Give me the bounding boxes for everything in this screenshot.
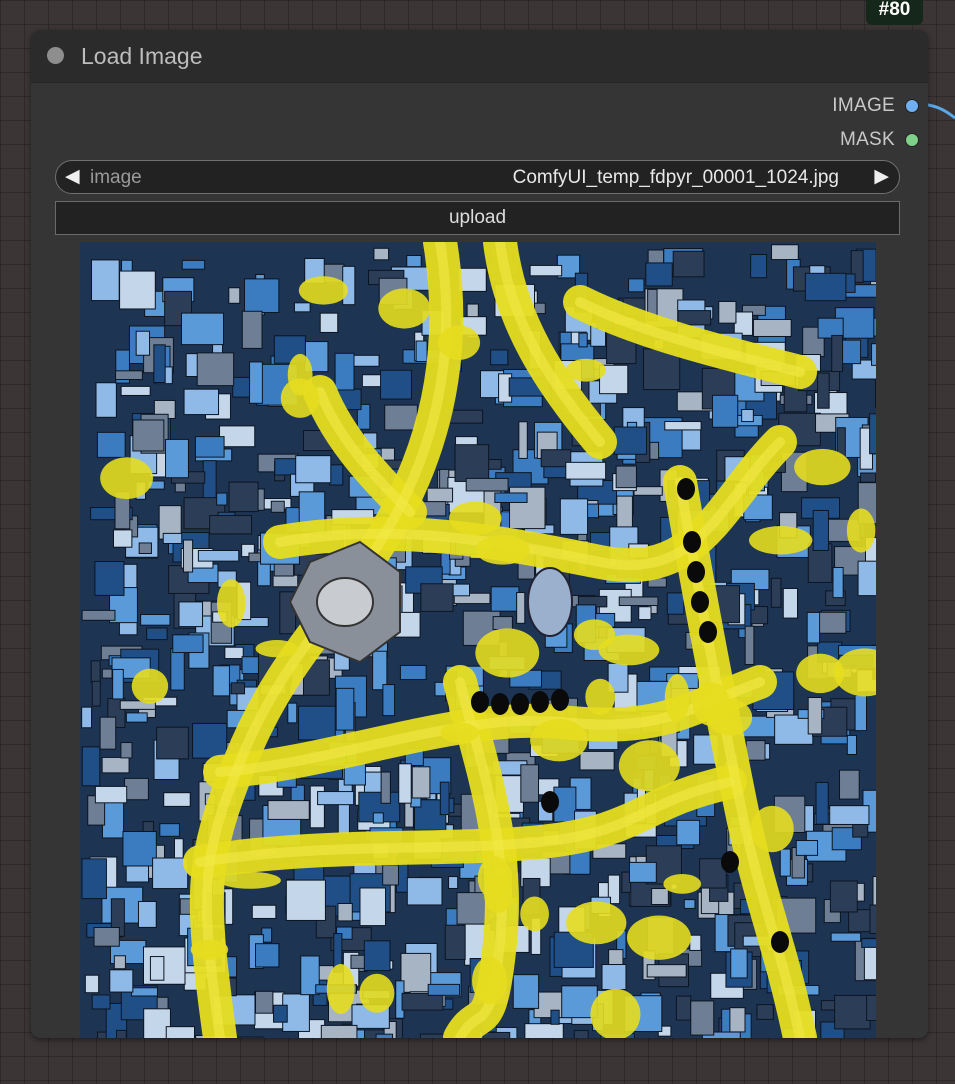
collapse-toggle[interactable] <box>47 47 64 64</box>
combo-prev-arrow-icon[interactable]: ◀ <box>65 165 80 188</box>
upload-button[interactable]: upload <box>55 201 900 235</box>
image-preview-art <box>80 242 876 1038</box>
node-header[interactable]: Load Image <box>31 30 928 83</box>
output-mask[interactable]: MASK <box>840 128 919 152</box>
output-mask-label: MASK <box>839 129 895 150</box>
combo-label: image <box>90 167 142 188</box>
combo-value[interactable]: ComfyUI_temp_fdpyr_00001_1024.jpg <box>513 167 839 189</box>
node-title: Load Image <box>81 43 203 69</box>
load-image-node[interactable]: Load Image IMAGE MASK ◀ image ComfyUI_te… <box>31 30 928 1038</box>
image-combo-widget[interactable]: ◀ image ComfyUI_temp_fdpyr_00001_1024.jp… <box>55 160 900 194</box>
combo-next-arrow-icon[interactable]: ▶ <box>874 165 889 188</box>
image-preview <box>80 242 876 1038</box>
output-image[interactable]: IMAGE <box>832 94 919 118</box>
node-id-badge: #80 <box>866 0 923 25</box>
output-image-label: IMAGE <box>832 95 895 116</box>
output-image-socket[interactable] <box>905 99 919 113</box>
output-mask-socket[interactable] <box>905 133 919 147</box>
